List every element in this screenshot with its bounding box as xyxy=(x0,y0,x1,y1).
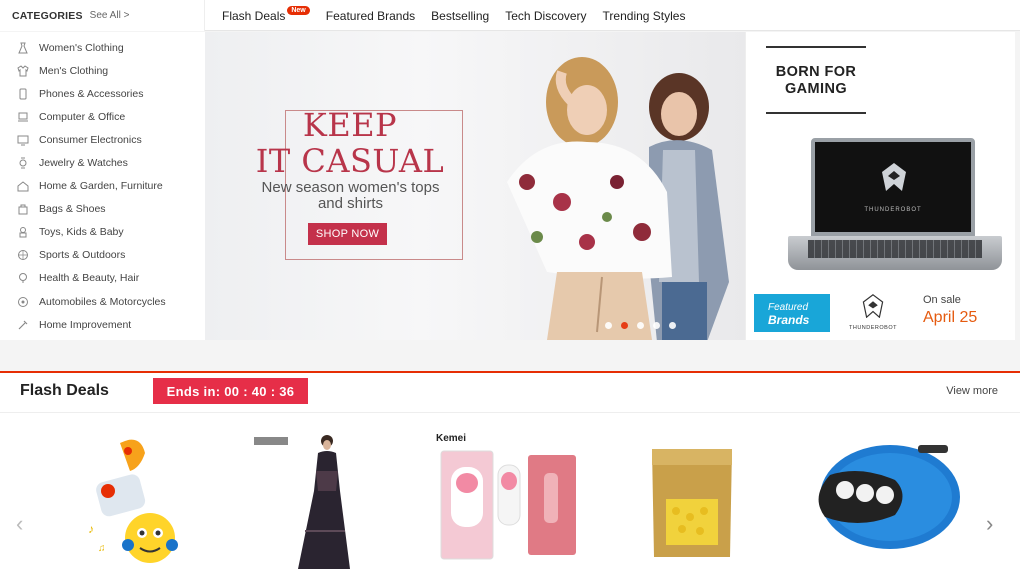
brand-logo[interactable]: THUNDEROBOT xyxy=(843,294,903,331)
product-kemei-image xyxy=(440,450,576,560)
sidebar-item-label: Phones & Accessories xyxy=(39,87,144,100)
bag-icon xyxy=(16,202,30,216)
sidebar-item-electronics[interactable]: Consumer Electronics xyxy=(0,128,205,151)
sidebar-item-home-garden[interactable]: Home & Garden, Furniture xyxy=(0,175,205,198)
carousel-prev-arrow[interactable]: ‹ xyxy=(16,513,23,535)
monitor-icon xyxy=(16,133,30,147)
sidebar-item-label: Computer & Office xyxy=(39,110,126,123)
category-sidebar: Women's Clothing Men's Clothing Phones &… xyxy=(0,32,205,340)
product-pingpong-case-image[interactable] xyxy=(800,435,960,555)
banner-models-image xyxy=(507,57,729,340)
svg-text:♫: ♫ xyxy=(98,543,106,554)
sidebar-item-label: Men's Clothing xyxy=(39,64,109,77)
carousel-dot[interactable] xyxy=(637,322,644,329)
promo-headline: BORN FOR GAMING xyxy=(766,46,866,114)
laptop-keyboard xyxy=(788,236,1002,270)
top-nav: Flash Deals New Featured Brands Bestsell… xyxy=(222,0,701,31)
nav-flash-deals-label: Flash Deals xyxy=(222,8,286,23)
brands-label: Brands xyxy=(768,313,810,327)
carousel-dot[interactable] xyxy=(605,322,612,329)
ball-icon xyxy=(16,248,30,262)
nav-tech-discovery[interactable]: Tech Discovery xyxy=(505,9,586,23)
carousel-dot[interactable] xyxy=(669,322,676,329)
sidebar-item-computer[interactable]: Computer & Office xyxy=(0,105,205,128)
hero-banner[interactable]: KEEP IT CASUAL New season women's tops a… xyxy=(205,32,745,340)
sidebar-item-health-beauty[interactable]: Health & Beauty, Hair xyxy=(0,267,205,290)
product-gown-image[interactable] xyxy=(250,431,360,571)
banner-title-line2: IT CASUAL xyxy=(255,142,445,180)
product-kemei-shaver[interactable]: Kemei xyxy=(436,433,586,563)
product-toy-image[interactable]: ♪ ♫ xyxy=(80,433,180,563)
dress-icon xyxy=(16,41,30,55)
wheel-icon xyxy=(16,295,30,309)
see-all-link[interactable]: See All > xyxy=(90,10,130,21)
sidebar-item-automobiles[interactable]: Automobiles & Motorcycles xyxy=(0,290,205,313)
laptop-screen-brand: THUNDEROBOT xyxy=(864,207,922,213)
carousel-dots xyxy=(605,322,676,329)
sidebar-item-label: Bags & Shoes xyxy=(39,203,106,216)
sidebar-item-sports[interactable]: Sports & Outdoors xyxy=(0,244,205,267)
shirt-icon xyxy=(16,64,30,78)
featured-brands-badge[interactable]: Featured Brands xyxy=(754,294,830,332)
carousel-dot[interactable] xyxy=(653,322,660,329)
on-sale-info: On sale April 25 xyxy=(923,294,977,327)
new-badge: New xyxy=(287,6,310,15)
sidebar-item-label: Home Improvement xyxy=(39,318,132,331)
sidebar-item-label: Health & Beauty, Hair xyxy=(39,272,140,285)
phone-icon xyxy=(16,87,30,101)
on-sale-label: On sale xyxy=(923,294,961,306)
sidebar-item-label: Automobiles & Motorcycles xyxy=(39,295,166,308)
product-brand-label: Kemei xyxy=(436,433,467,444)
watch-icon xyxy=(16,156,30,170)
nav-bestselling[interactable]: Bestselling xyxy=(431,9,489,23)
sidebar-item-bags-shoes[interactable]: Bags & Shoes xyxy=(0,198,205,221)
beauty-icon xyxy=(16,271,30,285)
thunderobot-logo-icon xyxy=(882,163,906,191)
sidebar-item-womens-clothing[interactable]: Women's Clothing xyxy=(0,36,205,59)
categories-header: CATEGORIES See All > xyxy=(0,0,205,31)
nav-featured-brands[interactable]: Featured Brands xyxy=(326,9,415,23)
flash-deals-section: Flash Deals Ends in: 00 : 40 : 36 View m… xyxy=(0,371,1020,574)
sidebar-item-label: Consumer Electronics xyxy=(39,133,142,146)
nav-trending-styles[interactable]: Trending Styles xyxy=(603,9,686,23)
home-icon xyxy=(16,179,30,193)
categories-title: CATEGORIES xyxy=(12,9,83,22)
sidebar-item-home-improvement[interactable]: Home Improvement xyxy=(0,313,205,336)
flash-deals-title: Flash Deals xyxy=(20,382,109,399)
sidebar-item-phones[interactable]: Phones & Accessories xyxy=(0,82,205,105)
sidebar-item-toys[interactable]: Toys, Kids & Baby xyxy=(0,221,205,244)
view-more-link[interactable]: View more xyxy=(946,385,998,397)
toy-icon xyxy=(16,225,30,239)
banner-subtitle: New season women's tops and shirts xyxy=(261,179,440,212)
sidebar-item-label: Toys, Kids & Baby xyxy=(39,226,124,239)
banner-title-line1: KEEP xyxy=(302,106,398,144)
carousel-dot-active[interactable] xyxy=(621,322,628,329)
sidebar-item-mens-clothing[interactable]: Men's Clothing xyxy=(0,59,205,82)
banner-title: KEEP IT CASUAL xyxy=(245,107,455,179)
brand-logo-text: THUNDEROBOT xyxy=(849,325,897,331)
svg-text:♪: ♪ xyxy=(88,522,94,536)
top-navigation-bar: CATEGORIES See All > Flash Deals New Fea… xyxy=(0,0,1020,31)
page: CATEGORIES See All > Flash Deals New Fea… xyxy=(0,0,1020,574)
tools-icon xyxy=(16,318,30,332)
sidebar-item-jewelry[interactable]: Jewelry & Watches xyxy=(0,151,205,174)
countdown-timer: Ends in: 00 : 40 : 36 xyxy=(153,378,308,404)
laptop-icon xyxy=(16,110,30,124)
sidebar-item-label: Home & Garden, Furniture xyxy=(39,180,163,193)
sidebar-item-label: Sports & Outdoors xyxy=(39,249,126,262)
product-gold-bag-image[interactable] xyxy=(646,445,738,559)
shop-now-button[interactable]: SHOP NOW xyxy=(308,223,387,245)
flash-deals-header: Flash Deals Ends in: 00 : 40 : 36 View m… xyxy=(0,373,1020,413)
thunderobot-brand-icon xyxy=(862,294,884,319)
nav-flash-deals[interactable]: Flash Deals New xyxy=(222,6,310,23)
gaming-promo-panel[interactable]: BORN FOR GAMING THUNDEROBOT Featured Bra… xyxy=(745,32,1015,340)
carousel-next-arrow[interactable]: › xyxy=(986,513,993,535)
on-sale-date: April 25 xyxy=(923,309,978,326)
laptop-image: THUNDEROBOT xyxy=(811,138,975,236)
sidebar-item-label: Women's Clothing xyxy=(39,41,124,54)
sidebar-item-label: Jewelry & Watches xyxy=(39,157,128,170)
